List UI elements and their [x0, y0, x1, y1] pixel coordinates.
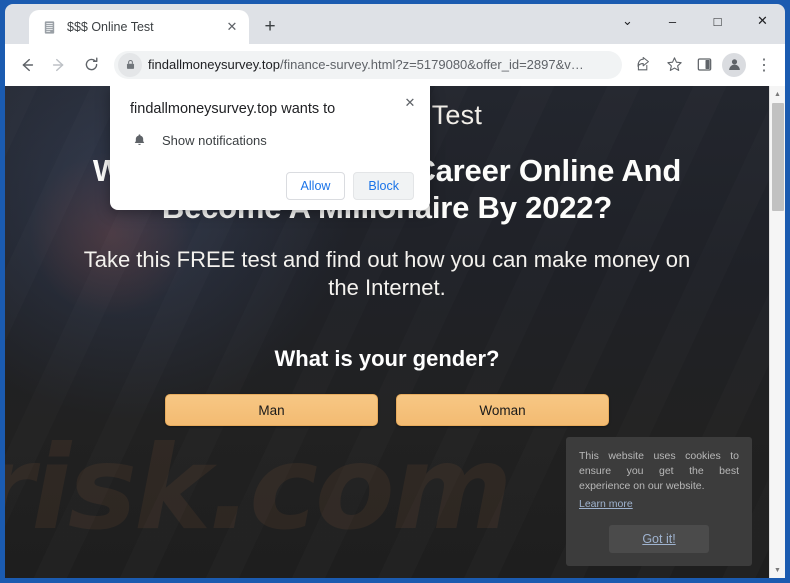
back-icon[interactable]	[12, 50, 42, 80]
window-controls: ⌄ – □ ✕	[605, 4, 785, 38]
forward-icon[interactable]	[44, 50, 74, 80]
page-watermark: risk.com	[5, 421, 513, 556]
survey-answers: Man Woman	[5, 394, 769, 427]
allow-button[interactable]: Allow	[285, 171, 346, 200]
web-page: risk.com $$$ Online Test Want To Start A…	[5, 86, 769, 578]
scrollbar-thumb[interactable]	[772, 103, 784, 211]
bell-icon	[130, 132, 148, 150]
scroll-up-icon[interactable]: ▲	[770, 86, 785, 102]
address-bar[interactable]: findallmoneysurvey.top/finance-survey.ht…	[114, 50, 622, 79]
answer-button-man[interactable]: Man	[165, 394, 378, 427]
chrome-menu-icon[interactable]: ⋮	[750, 51, 778, 79]
page-subtitle: Take this FREE test and find out how you…	[83, 247, 691, 301]
url-path: /finance-survey.html?z=5179080&offer_id=…	[280, 57, 584, 72]
tab-close-icon[interactable]: ✕	[223, 18, 241, 36]
tab-title: $$$ Online Test	[67, 20, 154, 34]
browser-toolbar: findallmoneysurvey.top/finance-survey.ht…	[5, 44, 785, 86]
address-bar-text: findallmoneysurvey.top/finance-survey.ht…	[148, 57, 612, 72]
reload-icon[interactable]	[76, 50, 106, 80]
dialog-permission-row: Show notifications	[130, 132, 414, 150]
notification-permission-dialog: ✕ findallmoneysurvey.top wants to Show n…	[110, 86, 430, 210]
bookmark-star-icon[interactable]	[660, 51, 688, 79]
url-domain: findallmoneysurvey.top	[148, 57, 280, 72]
dialog-close-icon[interactable]: ✕	[401, 94, 419, 112]
profile-avatar[interactable]	[722, 52, 746, 77]
cookie-accept-button[interactable]: Got it!	[609, 525, 709, 553]
browser-tab[interactable]: $$$ Online Test ✕	[29, 10, 249, 44]
document-icon	[41, 19, 58, 36]
minimize-button[interactable]: –	[650, 4, 695, 38]
browser-window: $$$ Online Test ✕ + ⌄ – □ ✕ findallmoney…	[0, 0, 790, 583]
new-tab-button[interactable]: +	[255, 12, 285, 42]
page-scrollbar[interactable]: ▲ ▼	[769, 86, 785, 578]
tab-search-icon[interactable]: ⌄	[605, 4, 650, 38]
dialog-actions: Allow Block	[130, 171, 414, 200]
page-viewport: risk.com $$$ Online Test Want To Start A…	[5, 86, 785, 578]
maximize-button[interactable]: □	[695, 4, 740, 38]
side-panel-icon[interactable]	[690, 51, 718, 79]
lock-icon	[118, 52, 142, 77]
cookie-banner-text: This website uses cookies to ensure you …	[579, 450, 739, 493]
share-icon[interactable]	[630, 51, 658, 79]
dialog-title: findallmoneysurvey.top wants to	[130, 101, 336, 117]
answer-button-woman[interactable]: Woman	[396, 394, 609, 427]
dialog-permission-label: Show notifications	[162, 133, 267, 149]
cookie-consent-banner: This website uses cookies to ensure you …	[566, 437, 752, 566]
scroll-down-icon[interactable]: ▼	[770, 562, 785, 578]
block-button[interactable]: Block	[353, 171, 414, 200]
cookie-learn-more-link[interactable]: Learn more	[579, 498, 633, 510]
tab-strip: $$$ Online Test ✕ + ⌄ – □ ✕	[5, 4, 785, 44]
close-window-button[interactable]: ✕	[740, 4, 785, 38]
survey-question: What is your gender?	[274, 346, 500, 372]
